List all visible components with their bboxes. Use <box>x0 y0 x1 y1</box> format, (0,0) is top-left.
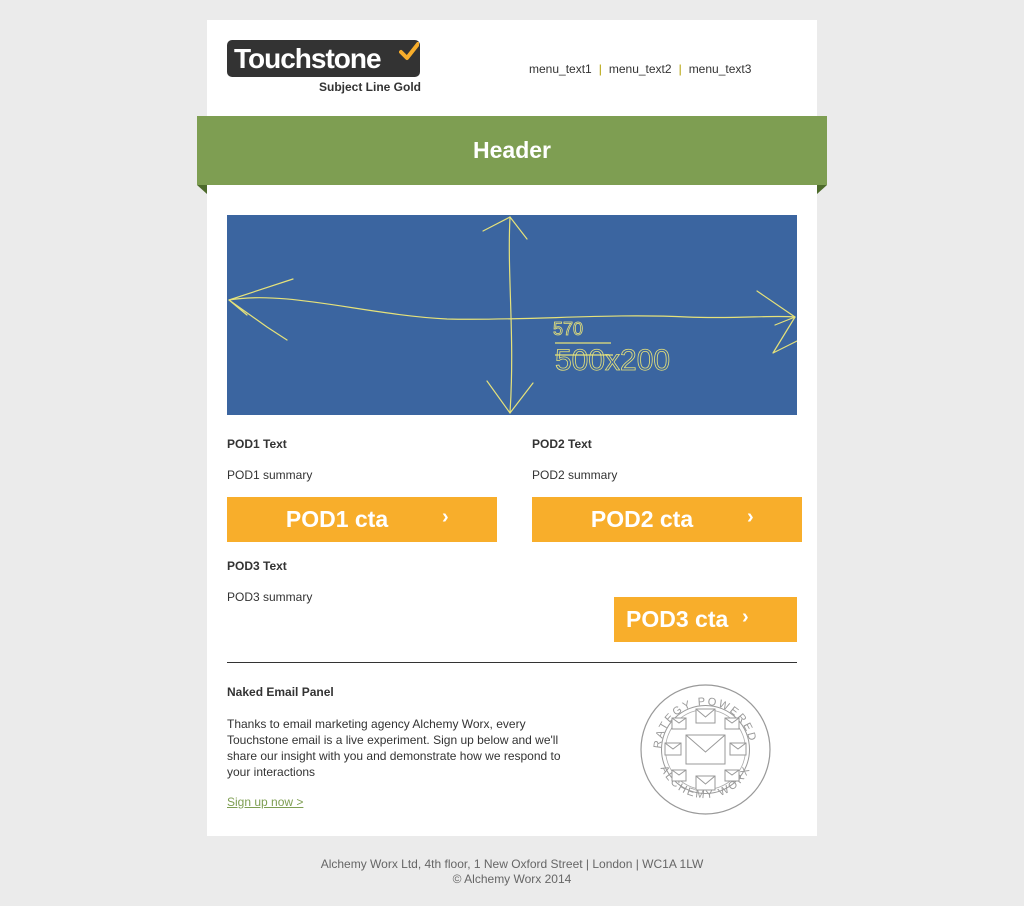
menu-item-2[interactable]: menu_text2 <box>609 62 672 76</box>
header-banner: Header <box>197 116 827 185</box>
menu-item-1[interactable]: menu_text1 <box>529 62 592 76</box>
pod1-cta-button[interactable]: POD1 cta › <box>227 497 497 542</box>
chevron-right-icon: › <box>442 506 449 528</box>
ribbon-fold-left <box>197 185 207 194</box>
footer-address: Alchemy Worx Ltd, 4th floor, 1 New Oxfor… <box>320 857 704 871</box>
pod3-summary: POD3 summary <box>227 590 313 604</box>
checkmark-icon <box>399 42 419 60</box>
header-title: Header <box>473 137 551 163</box>
pod1-cta-label: POD1 cta <box>285 506 389 532</box>
logo-badge: Touchstone <box>227 40 420 77</box>
pod3-cta-label: POD3 cta <box>626 606 729 632</box>
pod1-summary: POD1 summary <box>227 468 313 482</box>
menu-item-3[interactable]: menu_text3 <box>689 62 752 76</box>
pod3-cta-button[interactable]: POD3 cta › <box>614 597 797 642</box>
pod2-cta-label: POD2 cta <box>590 506 694 532</box>
hero-image-placeholder[interactable]: 570 500x200 <box>227 215 797 415</box>
chevron-right-icon: › <box>747 506 754 528</box>
menu-separator: | <box>678 62 682 76</box>
section-divider <box>227 662 797 663</box>
top-menu: menu_text1 | menu_text2 | menu_text3 <box>529 62 751 76</box>
touchstone-logo[interactable]: Touchstone Subject Line Gold <box>227 40 421 96</box>
panel-body-text: Thanks to email marketing agency Alchemy… <box>227 717 561 779</box>
footer-copyright: © Alchemy Worx 2014 <box>452 872 572 886</box>
footer: Alchemy Worx Ltd, 4th floor, 1 New Oxfor… <box>0 857 1024 887</box>
svg-text:500x200: 500x200 <box>555 344 670 375</box>
svg-text:570: 570 <box>553 319 583 339</box>
pod2-title: POD2 Text <box>532 437 592 451</box>
pod1-title: POD1 Text <box>227 437 287 451</box>
logo-wordmark: Touchstone <box>234 43 382 74</box>
pod2-summary: POD2 summary <box>532 468 618 482</box>
hero-size-scribble: 570 500x200 <box>553 319 671 375</box>
pod2-cta-button[interactable]: POD2 cta › <box>532 497 802 542</box>
menu-separator: | <box>598 62 602 76</box>
ribbon-fold-right <box>817 185 827 194</box>
pod3-title: POD3 Text <box>227 559 287 573</box>
alchemy-worx-stamp-icon: STRATEGY POWERED BY ALCHEMY WORX <box>639 683 771 815</box>
logo-tagline: Subject Line Gold <box>318 80 421 94</box>
panel-title: Naked Email Panel <box>227 685 334 699</box>
sign-up-link[interactable]: Sign up now > <box>227 795 303 809</box>
chevron-right-icon: › <box>742 606 749 628</box>
